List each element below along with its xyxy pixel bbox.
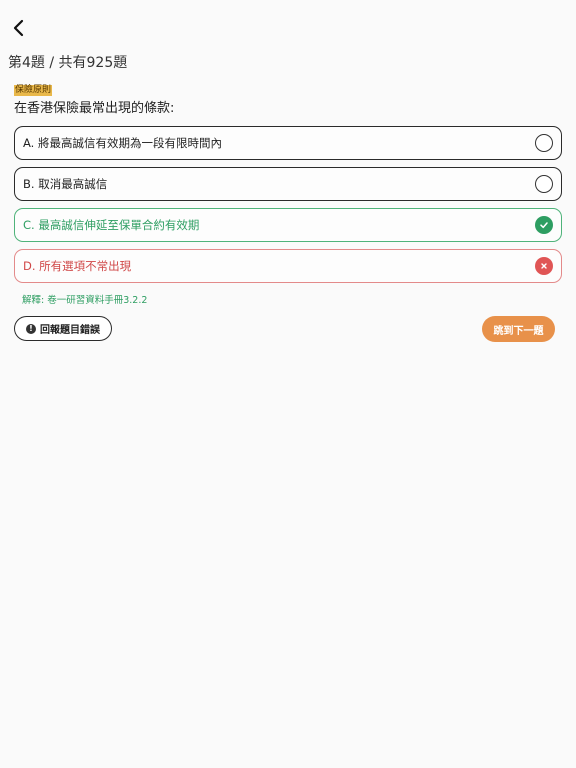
question-progress: 第4題 / 共有925題 (8, 55, 128, 71)
check-icon (535, 216, 553, 234)
option-d-label: D. 所有選項不常出現 (23, 259, 132, 273)
explanation-text: 解釋: 卷一研習資料手冊3.2.2 (22, 295, 148, 306)
quiz-page: 第4題 / 共有925題 保險原則 在香港保險最常出現的條款: A. 將最高誠信… (0, 0, 576, 768)
option-d[interactable]: D. 所有選項不常出現 (14, 249, 562, 283)
option-a-label: A. 將最高誠信有效期為一段有限時間內 (23, 136, 222, 150)
radio-empty-icon (535, 134, 553, 152)
option-c[interactable]: C. 最高誠信伸延至保單合約有效期 (14, 208, 562, 242)
radio-empty-icon (535, 175, 553, 193)
next-question-label: 跳到下一題 (493, 325, 544, 337)
option-b[interactable]: B. 取消最高誠信 (14, 167, 562, 201)
option-a[interactable]: A. 將最高誠信有效期為一段有限時間內 (14, 126, 562, 160)
report-error-label: 回報題目錯誤 (40, 325, 100, 336)
question-text: 在香港保險最常出現的條款: (14, 101, 175, 116)
category-tag: 保險原則 (14, 85, 53, 96)
cross-icon (535, 257, 553, 275)
option-b-label: B. 取消最高誠信 (23, 177, 108, 191)
option-c-label: C. 最高誠信伸延至保單合約有效期 (23, 218, 200, 232)
chevron-left-icon (13, 19, 24, 37)
info-icon: ! (26, 323, 36, 334)
report-error-button[interactable]: ! 回報題目錯誤 (14, 316, 112, 341)
next-question-button[interactable]: 跳到下一題 (482, 316, 555, 342)
back-button[interactable] (6, 14, 30, 42)
